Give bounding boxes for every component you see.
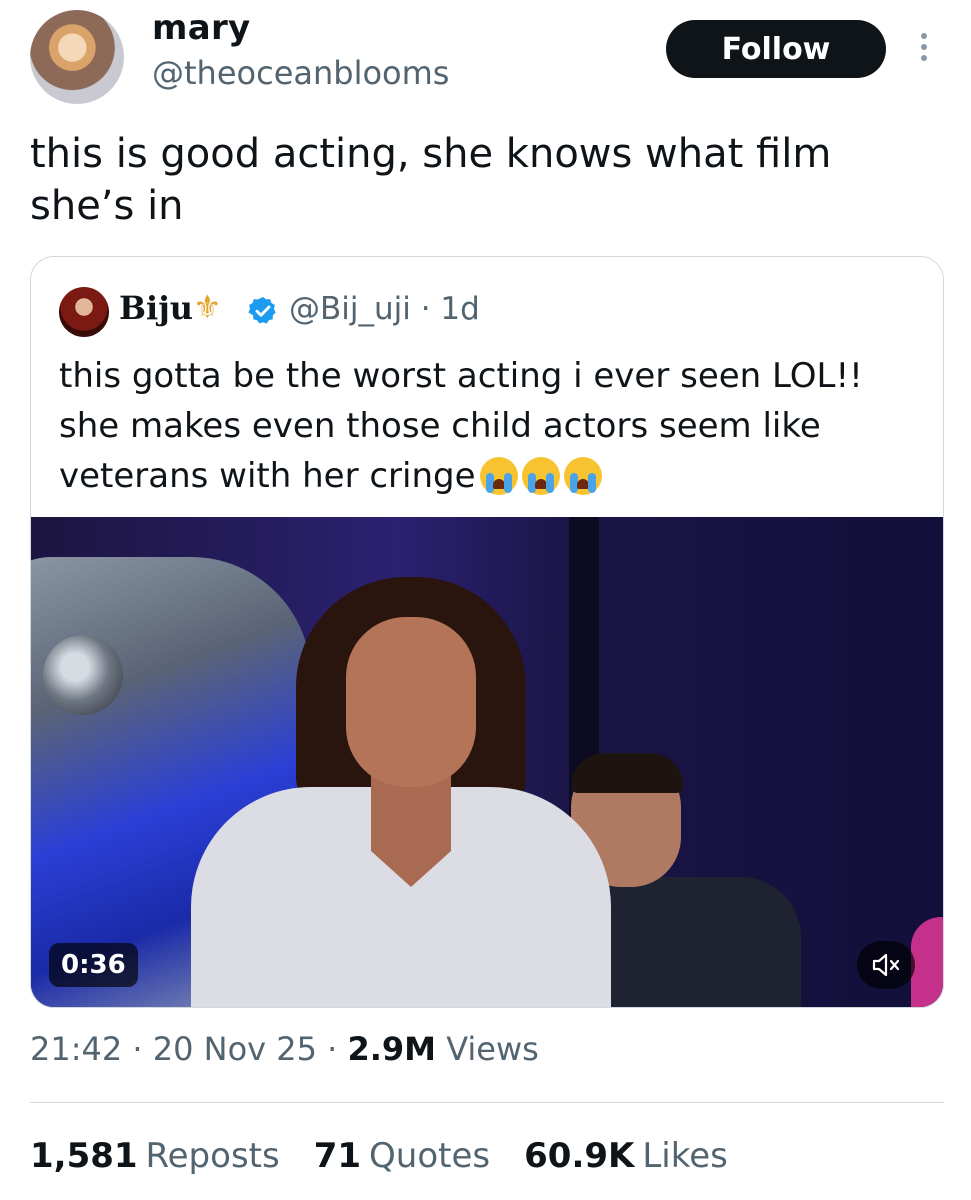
tweet-time[interactable]: 21:42 (30, 1030, 122, 1068)
loudly-crying-face-icon (521, 457, 560, 495)
tweet-meta: 21:42 · 20 Nov 25 · 2.9M Views (30, 1030, 539, 1068)
tweet-date[interactable]: 20 Nov 25 (153, 1030, 317, 1068)
tweet-text-line: this is good acting, she knows what film (30, 131, 832, 177)
video-duration: 0:36 (49, 943, 138, 987)
tweet-text-line: she’s in (30, 183, 184, 229)
quotes-count: 71 (313, 1136, 362, 1176)
quoted-display-name[interactable]: Biju (119, 289, 193, 327)
views-label: Views (446, 1030, 539, 1068)
meta-separator: · (132, 1030, 153, 1068)
author-handle[interactable]: @theoceanblooms (152, 54, 449, 92)
muted-speaker-icon (872, 953, 900, 977)
quoted-text: this gotta be the worst acting i ever se… (59, 351, 919, 501)
quotes-stat[interactable]: 71 Quotes (314, 1136, 490, 1176)
avatar[interactable] (30, 10, 124, 104)
meta-separator: · (327, 1030, 348, 1068)
loudly-crying-face-icon (479, 457, 518, 495)
reposts-label: Reposts (145, 1136, 280, 1176)
tweet-header: mary @theoceanblooms Follow (0, 0, 971, 120)
quoted-text-line-with-emoji: veterans with her cringe (59, 451, 919, 501)
loudly-crying-face-icon (563, 457, 602, 495)
views-count: 2.9M (347, 1030, 437, 1068)
tweet-stats: 1,581 Reposts 71 Quotes 60.9K Likes (30, 1136, 728, 1176)
reposts-count: 1,581 (30, 1136, 138, 1176)
quoted-handle-time[interactable]: @Bij_uji · 1d (289, 291, 480, 327)
follow-button[interactable]: Follow (666, 20, 886, 78)
quotes-label: Quotes (369, 1136, 491, 1176)
video-man-hair (571, 753, 683, 793)
quoted-text-line: this gotta be the worst acting i ever se… (59, 356, 863, 396)
likes-stat[interactable]: 60.9K Likes (524, 1136, 728, 1176)
more-options-icon[interactable] (914, 30, 934, 70)
likes-label: Likes (642, 1136, 728, 1176)
quoted-text-line: veterans with her cringe (59, 456, 476, 496)
reposts-stat[interactable]: 1,581 Reposts (30, 1136, 280, 1176)
video-woman-face (346, 617, 476, 787)
divider (30, 1102, 944, 1103)
verified-badge-icon (248, 297, 276, 324)
likes-count: 60.9K (524, 1136, 635, 1176)
mute-button[interactable] (857, 941, 915, 989)
video-player[interactable]: 0:36 (31, 517, 943, 1007)
quoted-text-line: she makes even those child actors seem l… (59, 406, 821, 446)
tweet-text: this is good acting, she knows what film… (30, 128, 930, 232)
video-background-pink (911, 917, 943, 1007)
fleur-de-lis-icon: ⚜ (193, 288, 222, 326)
quoted-tweet-card[interactable]: Biju ⚜ @Bij_uji · 1d this gotta be the w… (30, 256, 944, 1008)
quoted-avatar[interactable] (59, 287, 109, 337)
author-display-name[interactable]: mary (152, 8, 251, 48)
